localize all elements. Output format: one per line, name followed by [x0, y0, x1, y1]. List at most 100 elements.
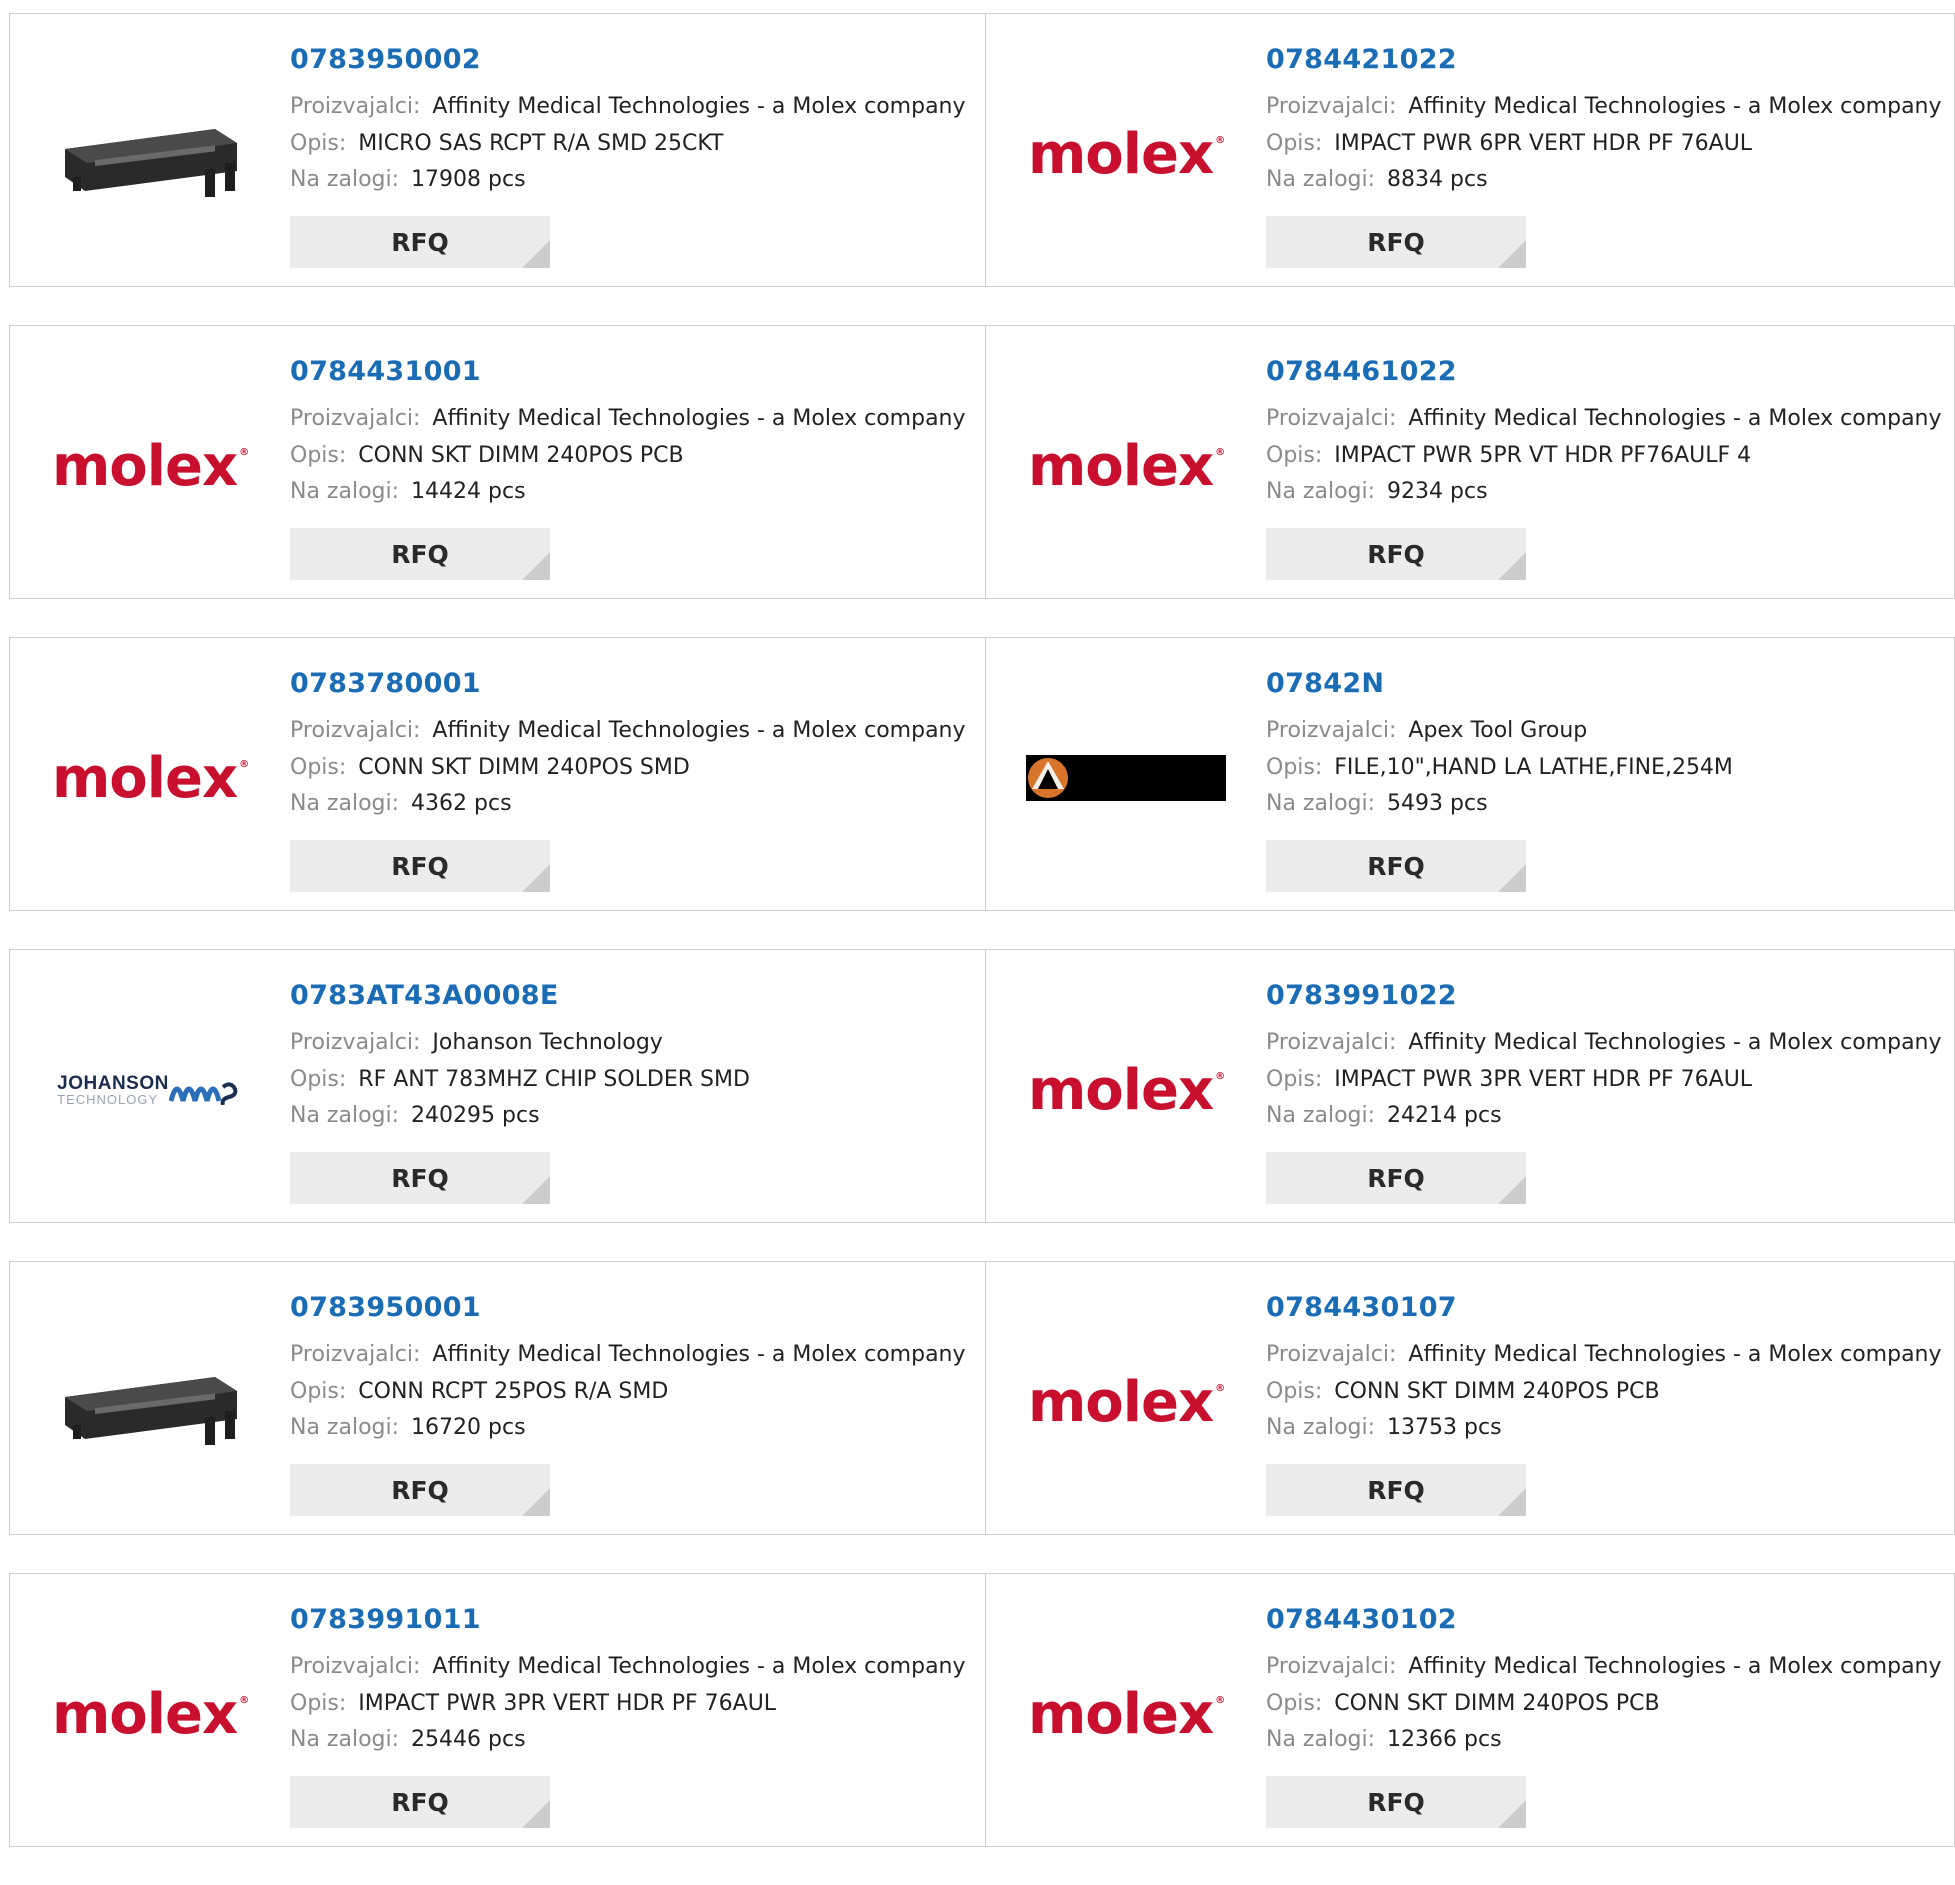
part-number-link[interactable]: 0783950001: [290, 1292, 985, 1323]
rfq-button[interactable]: RFQ: [1266, 1152, 1526, 1204]
part-number-link[interactable]: 0783950002: [290, 44, 985, 75]
part-number-link[interactable]: 0784430102: [1266, 1604, 1954, 1635]
manufacturer-label: Proizvajalci:: [290, 718, 421, 743]
rfq-label: RFQ: [391, 1787, 449, 1817]
product-image[interactable]: molex ®: [1026, 1302, 1226, 1502]
part-number-link[interactable]: 0783991011: [290, 1604, 985, 1635]
description-row: Opis: FILE,10",HAND LA LATHE,FINE,254M: [1266, 750, 1954, 787]
rfq-button[interactable]: RFQ: [290, 216, 550, 268]
rfq-label: RFQ: [1367, 539, 1425, 569]
part-number-link[interactable]: 0784431001: [290, 356, 985, 387]
product-image[interactable]: molex ®: [50, 366, 250, 566]
description-value: IMPACT PWR 6PR VERT HDR PF 76AUL: [1334, 130, 1753, 156]
product-image[interactable]: molex ®: [50, 1614, 250, 1814]
stock-value: 8834 pcs: [1387, 167, 1488, 192]
rfq-button[interactable]: RFQ: [1266, 840, 1526, 892]
molex-logo: molex ®: [1028, 122, 1225, 187]
stock-value: 240295 pcs: [411, 1103, 540, 1128]
product-image[interactable]: [50, 54, 250, 254]
manufacturer-label: Proizvajalci:: [290, 1342, 421, 1367]
stock-row: Na zalogi: 16720 pcs: [290, 1410, 985, 1447]
part-number-link[interactable]: 0784421022: [1266, 44, 1954, 75]
stock-value: 24214 pcs: [1387, 1103, 1502, 1128]
rfq-button[interactable]: RFQ: [290, 1152, 550, 1204]
description-row: Opis: CONN SKT DIMM 240POS PCB: [290, 438, 985, 475]
part-number-link[interactable]: 0783991022: [1266, 980, 1954, 1011]
product-image[interactable]: [50, 1302, 250, 1502]
manufacturer-row: Proizvajalci: Affinity Medical Technologi…: [1266, 401, 1954, 438]
stock-value: 25446 pcs: [411, 1727, 526, 1752]
rfq-button[interactable]: RFQ: [1266, 216, 1526, 268]
stock-row: Na zalogi: 13753 pcs: [1266, 1410, 1954, 1447]
stock-value: 4362 pcs: [411, 791, 512, 816]
molex-logo-text: molex: [51, 745, 238, 811]
part-number-link[interactable]: 07842N: [1266, 668, 1954, 699]
product-card: molex ® 0784431001 Proizvajalci: Affinity …: [9, 325, 986, 599]
registered-mark: ®: [239, 446, 249, 458]
product-image[interactable]: molex ®: [1026, 54, 1226, 254]
manufacturer-row: Proizvajalci: Affinity Medical Technologi…: [290, 1649, 985, 1686]
molex-logo-text: molex: [1027, 433, 1214, 499]
rfq-button[interactable]: RFQ: [1266, 528, 1526, 580]
product-info: 0784461022 Proizvajalci: Affinity Medical…: [1266, 356, 1954, 511]
rfq-corner-decoration: [522, 1800, 550, 1828]
manufacturer-label: Proizvajalci:: [290, 406, 421, 431]
stock-label: Na zalogi:: [290, 479, 400, 504]
stock-value: 13753 pcs: [1387, 1415, 1502, 1440]
manufacturer-value: Affinity Medical Technologies - a Molex …: [1408, 1030, 1942, 1055]
molex-logo: molex ®: [1027, 433, 1225, 499]
rfq-corner-decoration: [522, 552, 550, 580]
manufacturer-value: Affinity Medical Technologies - a Molex …: [1408, 406, 1942, 431]
description-value: CONN RCPT 25POS R/A SMD: [358, 1378, 669, 1404]
molex-logo: molex ®: [52, 1682, 249, 1747]
registered-mark: ®: [1215, 446, 1225, 458]
product-image[interactable]: molex ®: [1026, 1614, 1226, 1814]
description-label: Opis:: [290, 754, 347, 780]
product-image[interactable]: molex ®: [1026, 990, 1226, 1190]
registered-mark: ®: [1215, 134, 1225, 146]
product-info: 0783AT43A0008E Proizvajalci: Johanson Tec…: [290, 980, 985, 1135]
rfq-button[interactable]: RFQ: [290, 528, 550, 580]
rfq-corner-decoration: [1498, 1176, 1526, 1204]
description-row: Opis: IMPACT PWR 5PR VT HDR PF76AULF 4: [1266, 438, 1954, 475]
description-row: Opis: IMPACT PWR 3PR VERT HDR PF 76AUL: [290, 1686, 985, 1723]
part-number-link[interactable]: 0784461022: [1266, 356, 1954, 387]
rfq-button[interactable]: RFQ: [290, 1776, 550, 1828]
product-image[interactable]: [1026, 678, 1226, 878]
connector-product-photo: [65, 129, 237, 197]
description-label: Opis:: [290, 130, 347, 156]
description-label: Opis:: [1266, 130, 1323, 156]
product-image[interactable]: JOHANSON TECHNOLOGY: [50, 990, 250, 1190]
stock-label: Na zalogi:: [1266, 1727, 1376, 1752]
part-number-link[interactable]: 0784430107: [1266, 1292, 1954, 1323]
part-number-link[interactable]: 0783AT43A0008E: [290, 980, 985, 1011]
rfq-corner-decoration: [1498, 1800, 1526, 1828]
manufacturer-row: Proizvajalci: Affinity Medical Technologi…: [1266, 89, 1954, 126]
description-label: Opis:: [290, 1690, 347, 1716]
stock-label: Na zalogi:: [1266, 1415, 1376, 1440]
description-value: CONN SKT DIMM 240POS PCB: [358, 442, 684, 468]
rfq-button[interactable]: RFQ: [290, 840, 550, 892]
registered-mark: ®: [239, 758, 249, 770]
part-number-link[interactable]: 0783780001: [290, 668, 985, 699]
apex-emblem-icon: [1028, 758, 1068, 798]
rfq-button[interactable]: RFQ: [290, 1464, 550, 1516]
rfq-button[interactable]: RFQ: [1266, 1464, 1526, 1516]
stock-label: Na zalogi:: [290, 167, 400, 192]
stock-value: 14424 pcs: [411, 479, 526, 504]
description-value: RF ANT 783MHZ CHIP SOLDER SMD: [358, 1066, 750, 1092]
manufacturer-label: Proizvajalci:: [290, 1030, 421, 1055]
rfq-corner-decoration: [1498, 1488, 1526, 1516]
manufacturer-label: Proizvajalci:: [1266, 1654, 1397, 1679]
product-image[interactable]: molex ®: [1026, 366, 1226, 566]
manufacturer-row: Proizvajalci: Affinity Medical Technologi…: [290, 1337, 985, 1374]
rfq-button[interactable]: RFQ: [1266, 1776, 1526, 1828]
product-info: 0783991022 Proizvajalci: Affinity Medical…: [1266, 980, 1954, 1135]
stock-row: Na zalogi: 5493 pcs: [1266, 786, 1954, 823]
manufacturer-label: Proizvajalci:: [1266, 1342, 1397, 1367]
molex-logo: molex ®: [1028, 1682, 1225, 1747]
manufacturer-row: Proizvajalci: Apex Tool Group: [1266, 713, 1954, 750]
product-image[interactable]: molex ®: [50, 678, 250, 878]
manufacturer-label: Proizvajalci:: [1266, 94, 1397, 119]
manufacturer-row: Proizvajalci: Affinity Medical Technologi…: [290, 401, 985, 438]
